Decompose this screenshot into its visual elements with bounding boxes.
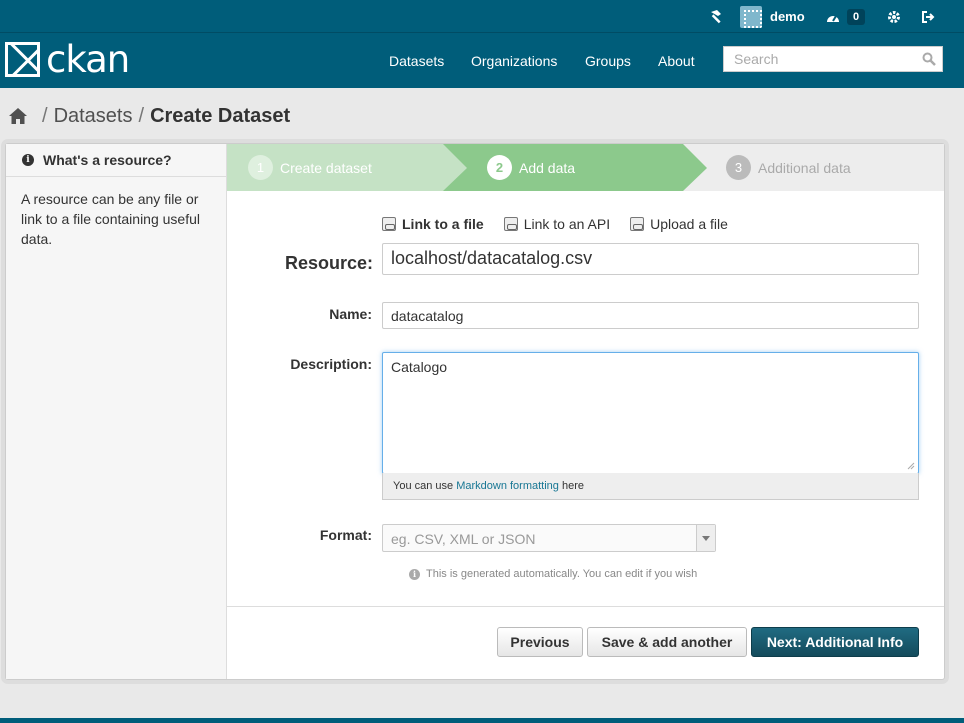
resource-url-field[interactable]: localhost/datacatalog.csv (382, 243, 919, 275)
stage-number: 3 (726, 155, 751, 180)
stage-label: Create dataset (280, 159, 372, 176)
form-actions: Previous Save & add another Next: Additi… (227, 606, 944, 679)
stage-number: 2 (487, 155, 512, 180)
sidebar-header: i What's a resource? (6, 144, 226, 177)
next-additional-info-button[interactable]: Next: Additional Info (751, 627, 919, 657)
nav-groups[interactable]: Groups (585, 33, 631, 88)
home-icon[interactable] (8, 107, 28, 125)
nav-datasets[interactable]: Datasets (389, 33, 444, 88)
nav-datasets-link[interactable]: Datasets (389, 53, 444, 69)
avatar (740, 5, 762, 28)
nav-organizations[interactable]: Organizations (471, 33, 557, 88)
logout-icon[interactable] (912, 0, 944, 33)
breadcrumb-separator: / (42, 104, 48, 127)
description-textarea[interactable]: Catalogo (382, 352, 919, 474)
stage-arrow (683, 144, 707, 191)
markdown-prefix: You can use (393, 480, 457, 492)
username: demo (770, 9, 805, 24)
dashboard-count-badge: 0 (847, 8, 866, 25)
masthead: ckan Datasets Organizations Groups About… (0, 33, 964, 88)
format-hint: i This is generated automatically. You c… (409, 568, 697, 580)
stage-additional-data[interactable]: 3 Additional data (683, 144, 944, 191)
ckan-logo[interactable]: ckan (5, 38, 130, 81)
upload-icon (630, 217, 645, 231)
resource-type-tabs: Link to a file Link to an API Upload a f… (382, 216, 748, 232)
search-input[interactable]: Search (723, 46, 943, 72)
tab-link-file[interactable]: Link to a file (382, 216, 484, 232)
markdown-help: You can use Markdown formatting here (382, 473, 919, 500)
description-value: Catalogo (391, 359, 448, 375)
stage-label: Additional data (758, 159, 851, 176)
stage-number: 1 (248, 155, 273, 180)
previous-button[interactable]: Previous (497, 627, 583, 657)
nav-organizations-link[interactable]: Organizations (471, 53, 557, 69)
sidebar: i What's a resource? A resource can be a… (6, 144, 227, 679)
user-menu[interactable]: demo (740, 0, 805, 33)
tab-link-file-label: Link to a file (402, 216, 484, 232)
stage-create-dataset[interactable]: 1 Create dataset (227, 144, 445, 191)
tab-upload-file-label: Upload a file (650, 216, 728, 232)
stage-add-data[interactable]: 2 Add data (443, 144, 683, 191)
dashboard-icon (827, 14, 839, 22)
sysadmin-hammer-icon[interactable] (700, 0, 732, 33)
search-placeholder: Search (734, 51, 779, 67)
info-icon: i (22, 154, 34, 166)
markdown-link[interactable]: Markdown formatting (456, 480, 559, 492)
stages: 1 Create dataset 2 Add data 3 Additional… (227, 144, 944, 191)
sidebar-title: What's a resource? (43, 152, 172, 168)
markdown-suffix: here (558, 480, 584, 492)
chevron-down-icon[interactable] (696, 525, 715, 551)
tab-upload-file[interactable]: Upload a file (630, 216, 728, 232)
format-hint-text: This is generated automatically. You can… (426, 568, 698, 580)
breadcrumb-separator: / (138, 104, 145, 127)
resize-handle-icon[interactable] (907, 462, 915, 470)
search-icon[interactable] (922, 52, 936, 66)
format-placeholder: eg. CSV, XML or JSON (391, 531, 536, 547)
resource-form: Link to a file Link to an API Upload a f… (227, 191, 944, 679)
stage-arrow (443, 144, 467, 191)
stage-label: Add data (519, 159, 576, 176)
name-label: Name: (329, 306, 372, 322)
tab-link-api[interactable]: Link to an API (503, 216, 611, 232)
description-label: Description: (290, 356, 372, 372)
footer-strip (0, 718, 964, 723)
main-panel: i What's a resource? A resource can be a… (5, 143, 945, 680)
gear-icon[interactable] (878, 0, 910, 33)
resource-label: Resource: (284, 253, 373, 273)
breadcrumb-datasets[interactable]: Datasets (54, 105, 133, 128)
link-icon (503, 217, 518, 231)
format-select[interactable]: eg. CSV, XML or JSON (382, 524, 716, 552)
info-icon: i (409, 568, 420, 580)
nav-about[interactable]: About (658, 33, 695, 88)
nav-about-link[interactable]: About (658, 53, 695, 69)
tab-link-api-label: Link to an API (523, 216, 611, 232)
sidebar-text: A resource can be any file or link to a … (21, 191, 200, 247)
format-label: Format: (319, 527, 372, 543)
name-field[interactable]: datacatalog (382, 302, 919, 329)
account-bar: demo 0 (0, 0, 964, 33)
breadcrumb: / Datasets / Create Dataset (8, 103, 290, 129)
logo-text: ckan (46, 38, 130, 81)
breadcrumb-create-dataset[interactable]: Create Dataset (150, 105, 290, 128)
save-add-another-button[interactable]: Save & add another (587, 627, 747, 657)
nav-groups-link[interactable]: Groups (585, 53, 631, 69)
link-icon (382, 217, 396, 231)
logo-mark-icon (5, 42, 40, 77)
dashboard-link[interactable]: 0 (825, 0, 866, 33)
